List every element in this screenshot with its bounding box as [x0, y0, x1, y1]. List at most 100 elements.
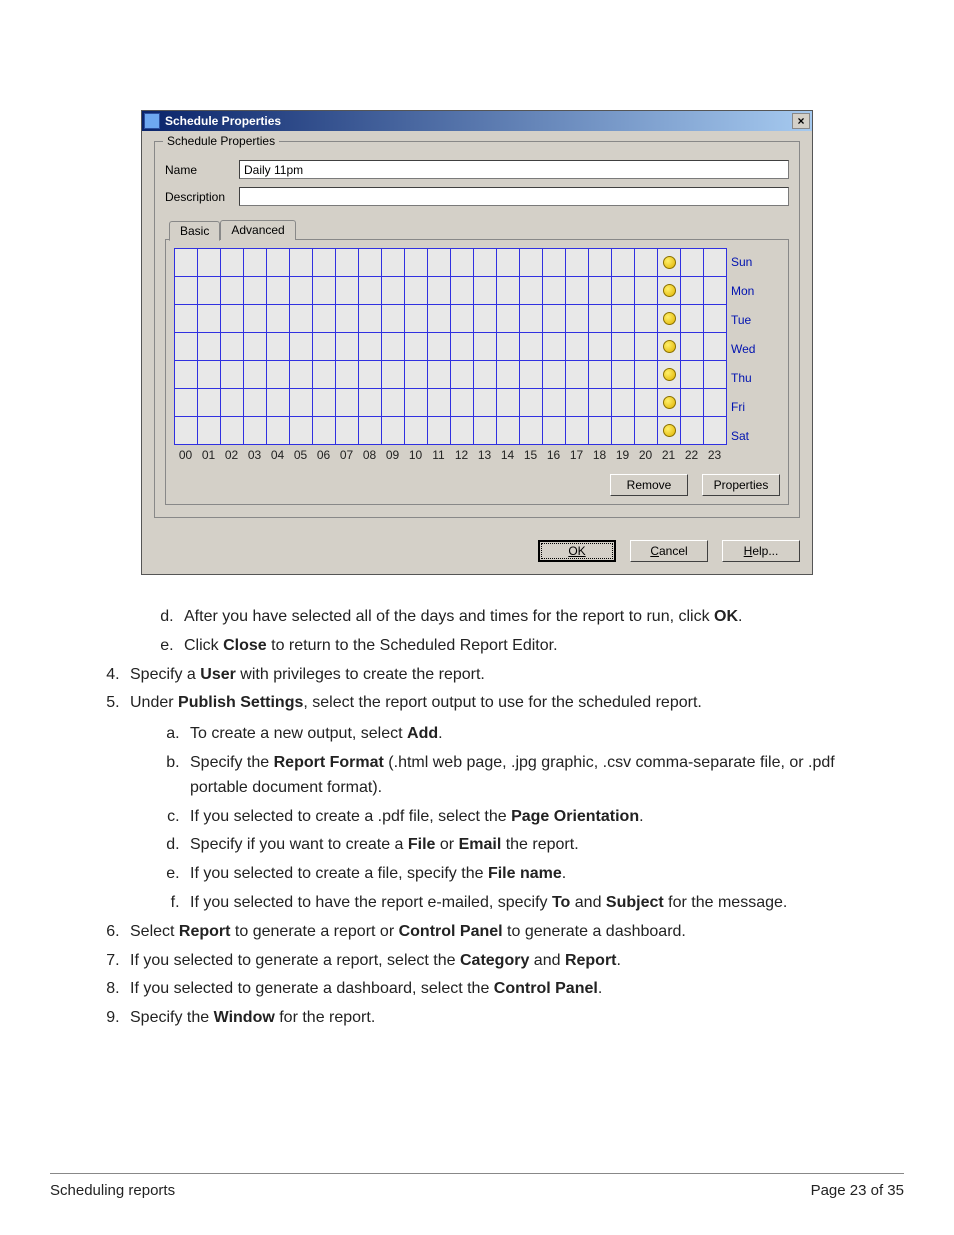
schedule-cell[interactable]: [635, 389, 658, 417]
schedule-cell[interactable]: [405, 333, 428, 361]
schedule-grid[interactable]: [174, 248, 727, 445]
close-icon[interactable]: ×: [792, 113, 810, 129]
schedule-cell[interactable]: [474, 417, 497, 445]
schedule-cell[interactable]: [290, 249, 313, 277]
schedule-cell[interactable]: [405, 277, 428, 305]
schedule-cell[interactable]: [382, 417, 405, 445]
schedule-cell[interactable]: [497, 417, 520, 445]
schedule-cell[interactable]: [428, 305, 451, 333]
schedule-cell[interactable]: [612, 417, 635, 445]
tab-advanced[interactable]: Advanced: [220, 220, 295, 240]
schedule-cell[interactable]: [359, 389, 382, 417]
schedule-cell[interactable]: [359, 249, 382, 277]
schedule-cell[interactable]: [451, 333, 474, 361]
schedule-cell[interactable]: [405, 389, 428, 417]
schedule-cell[interactable]: [198, 417, 221, 445]
schedule-cell[interactable]: [497, 249, 520, 277]
schedule-cell[interactable]: [589, 277, 612, 305]
schedule-cell[interactable]: [405, 249, 428, 277]
schedule-cell[interactable]: [520, 249, 543, 277]
schedule-cell[interactable]: [589, 333, 612, 361]
schedule-cell[interactable]: [175, 333, 198, 361]
schedule-cell[interactable]: [612, 277, 635, 305]
schedule-cell[interactable]: [543, 361, 566, 389]
schedule-cell[interactable]: [313, 333, 336, 361]
schedule-cell[interactable]: [267, 277, 290, 305]
schedule-cell[interactable]: [658, 249, 681, 277]
schedule-cell[interactable]: [198, 389, 221, 417]
name-field[interactable]: [239, 160, 789, 179]
schedule-cell[interactable]: [589, 361, 612, 389]
schedule-cell[interactable]: [313, 277, 336, 305]
schedule-cell[interactable]: [313, 361, 336, 389]
schedule-cell[interactable]: [336, 305, 359, 333]
schedule-cell[interactable]: [198, 249, 221, 277]
schedule-cell[interactable]: [704, 277, 727, 305]
schedule-cell[interactable]: [658, 389, 681, 417]
schedule-cell[interactable]: [336, 333, 359, 361]
schedule-cell[interactable]: [589, 305, 612, 333]
schedule-cell[interactable]: [428, 417, 451, 445]
schedule-cell[interactable]: [635, 417, 658, 445]
schedule-cell[interactable]: [566, 249, 589, 277]
schedule-cell[interactable]: [451, 305, 474, 333]
schedule-cell[interactable]: [336, 277, 359, 305]
schedule-cell[interactable]: [658, 277, 681, 305]
schedule-cell[interactable]: [221, 417, 244, 445]
schedule-cell[interactable]: [566, 333, 589, 361]
schedule-cell[interactable]: [566, 417, 589, 445]
schedule-cell[interactable]: [520, 277, 543, 305]
schedule-cell[interactable]: [681, 333, 704, 361]
schedule-cell[interactable]: [382, 305, 405, 333]
tab-basic[interactable]: Basic: [169, 221, 220, 241]
schedule-cell[interactable]: [497, 333, 520, 361]
ok-button[interactable]: OK: [538, 540, 616, 562]
schedule-cell[interactable]: [497, 361, 520, 389]
schedule-cell[interactable]: [175, 305, 198, 333]
schedule-cell[interactable]: [681, 389, 704, 417]
schedule-cell[interactable]: [635, 333, 658, 361]
schedule-cell[interactable]: [313, 389, 336, 417]
schedule-cell[interactable]: [198, 333, 221, 361]
schedule-cell[interactable]: [382, 389, 405, 417]
schedule-cell[interactable]: [543, 277, 566, 305]
schedule-cell[interactable]: [267, 389, 290, 417]
schedule-cell[interactable]: [566, 361, 589, 389]
schedule-cell[interactable]: [497, 389, 520, 417]
schedule-cell[interactable]: [658, 305, 681, 333]
schedule-cell[interactable]: [175, 277, 198, 305]
schedule-cell[interactable]: [635, 249, 658, 277]
cancel-button[interactable]: Cancel: [630, 540, 708, 562]
schedule-cell[interactable]: [221, 305, 244, 333]
help-button[interactable]: Help...: [722, 540, 800, 562]
remove-button[interactable]: Remove: [610, 474, 688, 496]
schedule-cell[interactable]: [336, 361, 359, 389]
schedule-cell[interactable]: [336, 249, 359, 277]
schedule-cell[interactable]: [198, 361, 221, 389]
schedule-cell[interactable]: [221, 249, 244, 277]
schedule-cell[interactable]: [474, 305, 497, 333]
schedule-cell[interactable]: [474, 333, 497, 361]
schedule-cell[interactable]: [451, 277, 474, 305]
schedule-cell[interactable]: [543, 389, 566, 417]
schedule-cell[interactable]: [221, 361, 244, 389]
schedule-cell[interactable]: [313, 249, 336, 277]
schedule-cell[interactable]: [244, 417, 267, 445]
schedule-cell[interactable]: [359, 417, 382, 445]
schedule-cell[interactable]: [589, 417, 612, 445]
schedule-cell[interactable]: [520, 333, 543, 361]
schedule-cell[interactable]: [313, 305, 336, 333]
schedule-cell[interactable]: [635, 361, 658, 389]
schedule-cell[interactable]: [198, 277, 221, 305]
schedule-cell[interactable]: [543, 417, 566, 445]
schedule-cell[interactable]: [612, 361, 635, 389]
schedule-cell[interactable]: [451, 389, 474, 417]
properties-button[interactable]: Properties: [702, 474, 780, 496]
schedule-cell[interactable]: [704, 417, 727, 445]
titlebar[interactable]: Schedule Properties ×: [142, 111, 812, 131]
schedule-cell[interactable]: [405, 417, 428, 445]
schedule-cell[interactable]: [520, 417, 543, 445]
schedule-cell[interactable]: [681, 305, 704, 333]
schedule-cell[interactable]: [658, 333, 681, 361]
schedule-cell[interactable]: [612, 389, 635, 417]
